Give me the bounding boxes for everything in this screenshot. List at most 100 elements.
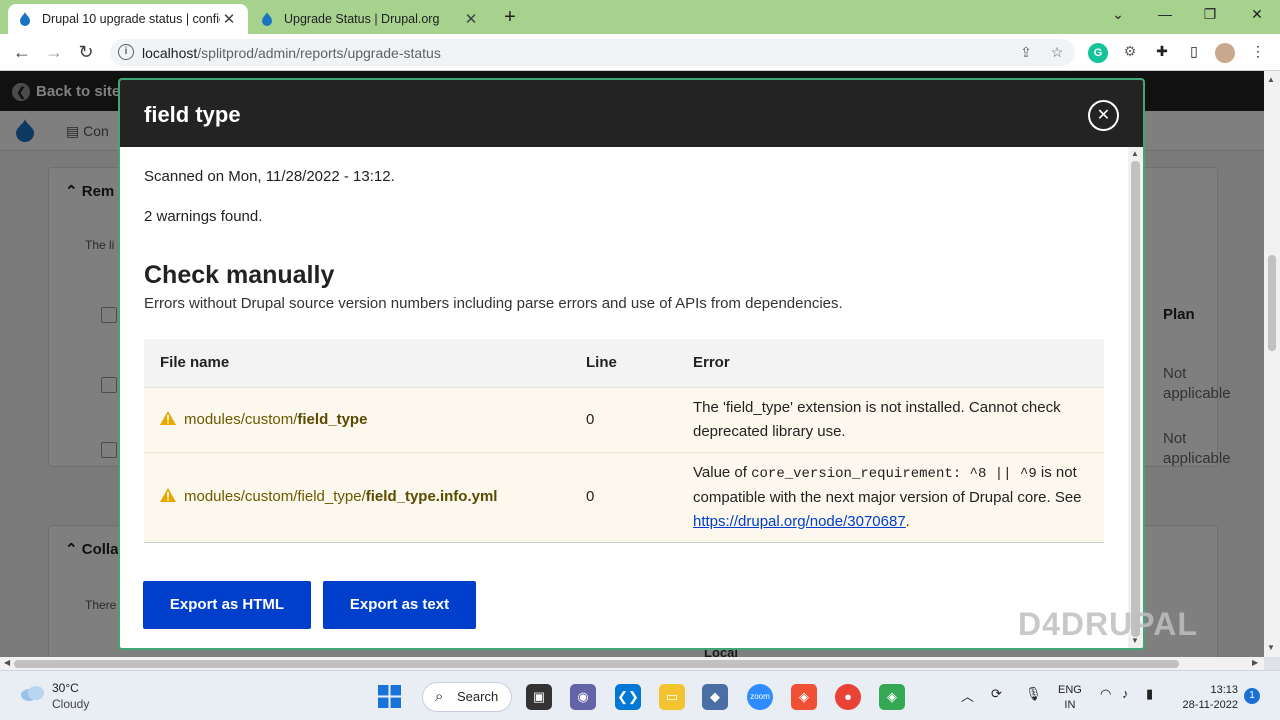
warnings-count: 2 warnings found. [144, 208, 263, 225]
chrome-icon[interactable]: ● [835, 684, 861, 710]
table-row: modules/custom/field_type 0 The 'field_t… [144, 386, 1104, 452]
file-explorer-icon[interactable]: ▭ [659, 684, 685, 710]
extension-gear-icon[interactable]: ⚙ [1120, 43, 1140, 63]
scroll-thumb[interactable] [1268, 255, 1276, 351]
avatar[interactable] [1215, 43, 1235, 63]
tab-close-icon[interactable]: ✕ [462, 10, 480, 28]
file-name-column-header: File name [144, 339, 570, 387]
line-column-header: Line [570, 339, 677, 387]
teams-icon[interactable]: ◉ [570, 684, 596, 710]
dialog-close-icon[interactable]: ✕ [1088, 100, 1119, 131]
error-cell: The 'field_type' extension is not instal… [677, 386, 1104, 452]
file-cell: modules/custom/field_type [144, 386, 570, 452]
windows-start-icon[interactable] [378, 685, 401, 708]
error-cell: Value of core_version_requirement: ^8 ||… [677, 451, 1104, 543]
file-path-name: field_type.info.yml [365, 488, 498, 505]
export-html-button[interactable]: Export as HTML [143, 581, 311, 629]
page-vertical-scrollbar[interactable]: ▲ ▼ [1264, 71, 1280, 657]
tab-title: Drupal 10 upgrade status | config [42, 12, 220, 26]
warning-icon [160, 488, 176, 502]
table-header-row: File name Line Error [144, 339, 1104, 387]
address-bar[interactable]: i localhost/splitprod/admin/reports/upgr… [110, 39, 1075, 66]
grammarly-icon[interactable]: G [1088, 43, 1108, 63]
git-app-icon[interactable]: ◈ [791, 684, 817, 710]
scroll-up-arrow-icon[interactable]: ▲ [1131, 149, 1139, 158]
drupal-icon [262, 12, 272, 26]
tab-upgrade-status-drupal-org[interactable]: Upgrade Status | Drupal.org ✕ [250, 4, 490, 34]
share-icon[interactable]: ⇪ [1017, 44, 1035, 62]
zoom-icon[interactable]: zoom [747, 684, 773, 710]
clock-date: 28-11-2022 [1182, 699, 1238, 711]
address-url[interactable]: localhost/splitprod/admin/reports/upgrad… [142, 45, 441, 61]
tab-close-icon[interactable]: ✕ [220, 10, 238, 28]
file-cell: modules/custom/field_type/field_type.inf… [144, 451, 570, 543]
section-title: Check manually [144, 261, 335, 289]
bookmark-star-icon[interactable]: ☆ [1048, 44, 1066, 62]
wifi-icon[interactable]: ◠ [1100, 686, 1111, 702]
scroll-thumb[interactable] [14, 660, 1179, 668]
language-indicator[interactable]: ENG IN [1058, 683, 1082, 713]
task-view-icon[interactable]: ▣ [526, 684, 552, 710]
drupal-node-link[interactable]: https://drupal.org/node/3070687 [693, 513, 906, 530]
warning-icon [160, 410, 176, 425]
export-text-button[interactable]: Export as text [323, 581, 476, 629]
minimize-icon[interactable]: — [1153, 6, 1177, 28]
vscode-icon[interactable]: ❮❯ [615, 684, 641, 710]
weather-condition: Cloudy [52, 697, 90, 711]
scroll-up-arrow-icon[interactable]: ▲ [1267, 75, 1275, 84]
dialog-scrollbar[interactable]: ▲ ▼ [1128, 147, 1143, 648]
browser-tab-bar: Drupal 10 upgrade status | config ✕ Upgr… [0, 0, 1280, 34]
taskbar-search[interactable]: ⌕ Search [422, 682, 512, 712]
url-path: /splitprod/admin/reports/upgrade-status [197, 45, 441, 61]
results-table: File name Line Error modules/custom/fiel… [144, 339, 1104, 543]
system-clock[interactable]: 13:13 28-11-2022 [1178, 683, 1238, 713]
field-type-dialog: field type ✕ Scanned on Mon, 11/28/2022 … [118, 78, 1145, 650]
new-tab-plus-icon[interactable]: + [498, 6, 522, 30]
sync-icon[interactable]: ⟳ [991, 686, 1002, 702]
restore-icon[interactable]: ❐ [1198, 6, 1222, 28]
microphone-icon[interactable]: 🎙 [1025, 686, 1042, 702]
virtualbox-icon[interactable]: ◆ [702, 684, 728, 710]
scroll-right-arrow-icon[interactable]: ▶ [1252, 658, 1258, 667]
dialog-title: field type [144, 102, 241, 127]
cloud-icon [21, 686, 44, 701]
table-row: modules/custom/field_type/field_type.inf… [144, 451, 1104, 543]
git-app-icon[interactable]: ◈ [879, 684, 905, 710]
language-code: ENG [1058, 684, 1082, 696]
notification-badge[interactable]: 1 [1244, 688, 1260, 704]
error-code: core_version_requirement: ^8 || ^9 [751, 465, 1037, 482]
tab-drupal-upgrade-status[interactable]: Drupal 10 upgrade status | config ✕ [8, 4, 248, 34]
temperature: 30°C [52, 681, 79, 695]
close-window-icon[interactable]: ✕ [1245, 6, 1269, 28]
line-cell: 0 [570, 451, 677, 543]
side-panel-icon[interactable]: ▯ [1184, 43, 1204, 63]
clock-time: 13:13 [1210, 684, 1238, 696]
battery-icon[interactable]: ▮ [1146, 686, 1153, 702]
section-description: Errors without Drupal source version num… [144, 295, 843, 312]
watermark: D4DRUPAL [1018, 606, 1198, 642]
page-horizontal-scrollbar[interactable]: ◀ ▶ [0, 657, 1264, 670]
back-arrow-icon[interactable]: ← [10, 41, 34, 65]
scroll-down-arrow-icon[interactable]: ▼ [1267, 643, 1275, 652]
tray-chevron-icon[interactable]: ︿ [961, 686, 974, 705]
menu-kebab-icon[interactable]: ⋮ [1248, 43, 1268, 63]
line-cell: 0 [570, 386, 677, 452]
site-info-icon[interactable]: i [118, 44, 134, 60]
volume-icon[interactable]: ♪ [1122, 686, 1129, 701]
reload-icon[interactable]: ↻ [74, 41, 98, 65]
browser-toolbar: ← → ↻ i localhost/splitprod/admin/report… [0, 34, 1280, 71]
tab-search-chevron-icon[interactable]: ⌄ [1106, 6, 1130, 28]
region-code: IN [1064, 699, 1076, 711]
extensions-puzzle-icon[interactable]: ✚ [1152, 43, 1172, 63]
scroll-thumb[interactable] [1131, 161, 1140, 637]
dialog-body: Scanned on Mon, 11/28/2022 - 13:12. 2 wa… [120, 147, 1128, 648]
forward-arrow-icon[interactable]: → [42, 41, 66, 65]
tab-title: Upgrade Status | Drupal.org [284, 12, 440, 26]
file-path-prefix: modules/custom/ [184, 410, 298, 428]
url-host: localhost [142, 45, 198, 61]
error-text: . [905, 512, 910, 530]
error-column-header: Error [677, 339, 1104, 387]
dialog-header: field type ✕ [120, 80, 1143, 147]
drupal-icon [20, 12, 30, 26]
scroll-left-arrow-icon[interactable]: ◀ [4, 658, 10, 667]
